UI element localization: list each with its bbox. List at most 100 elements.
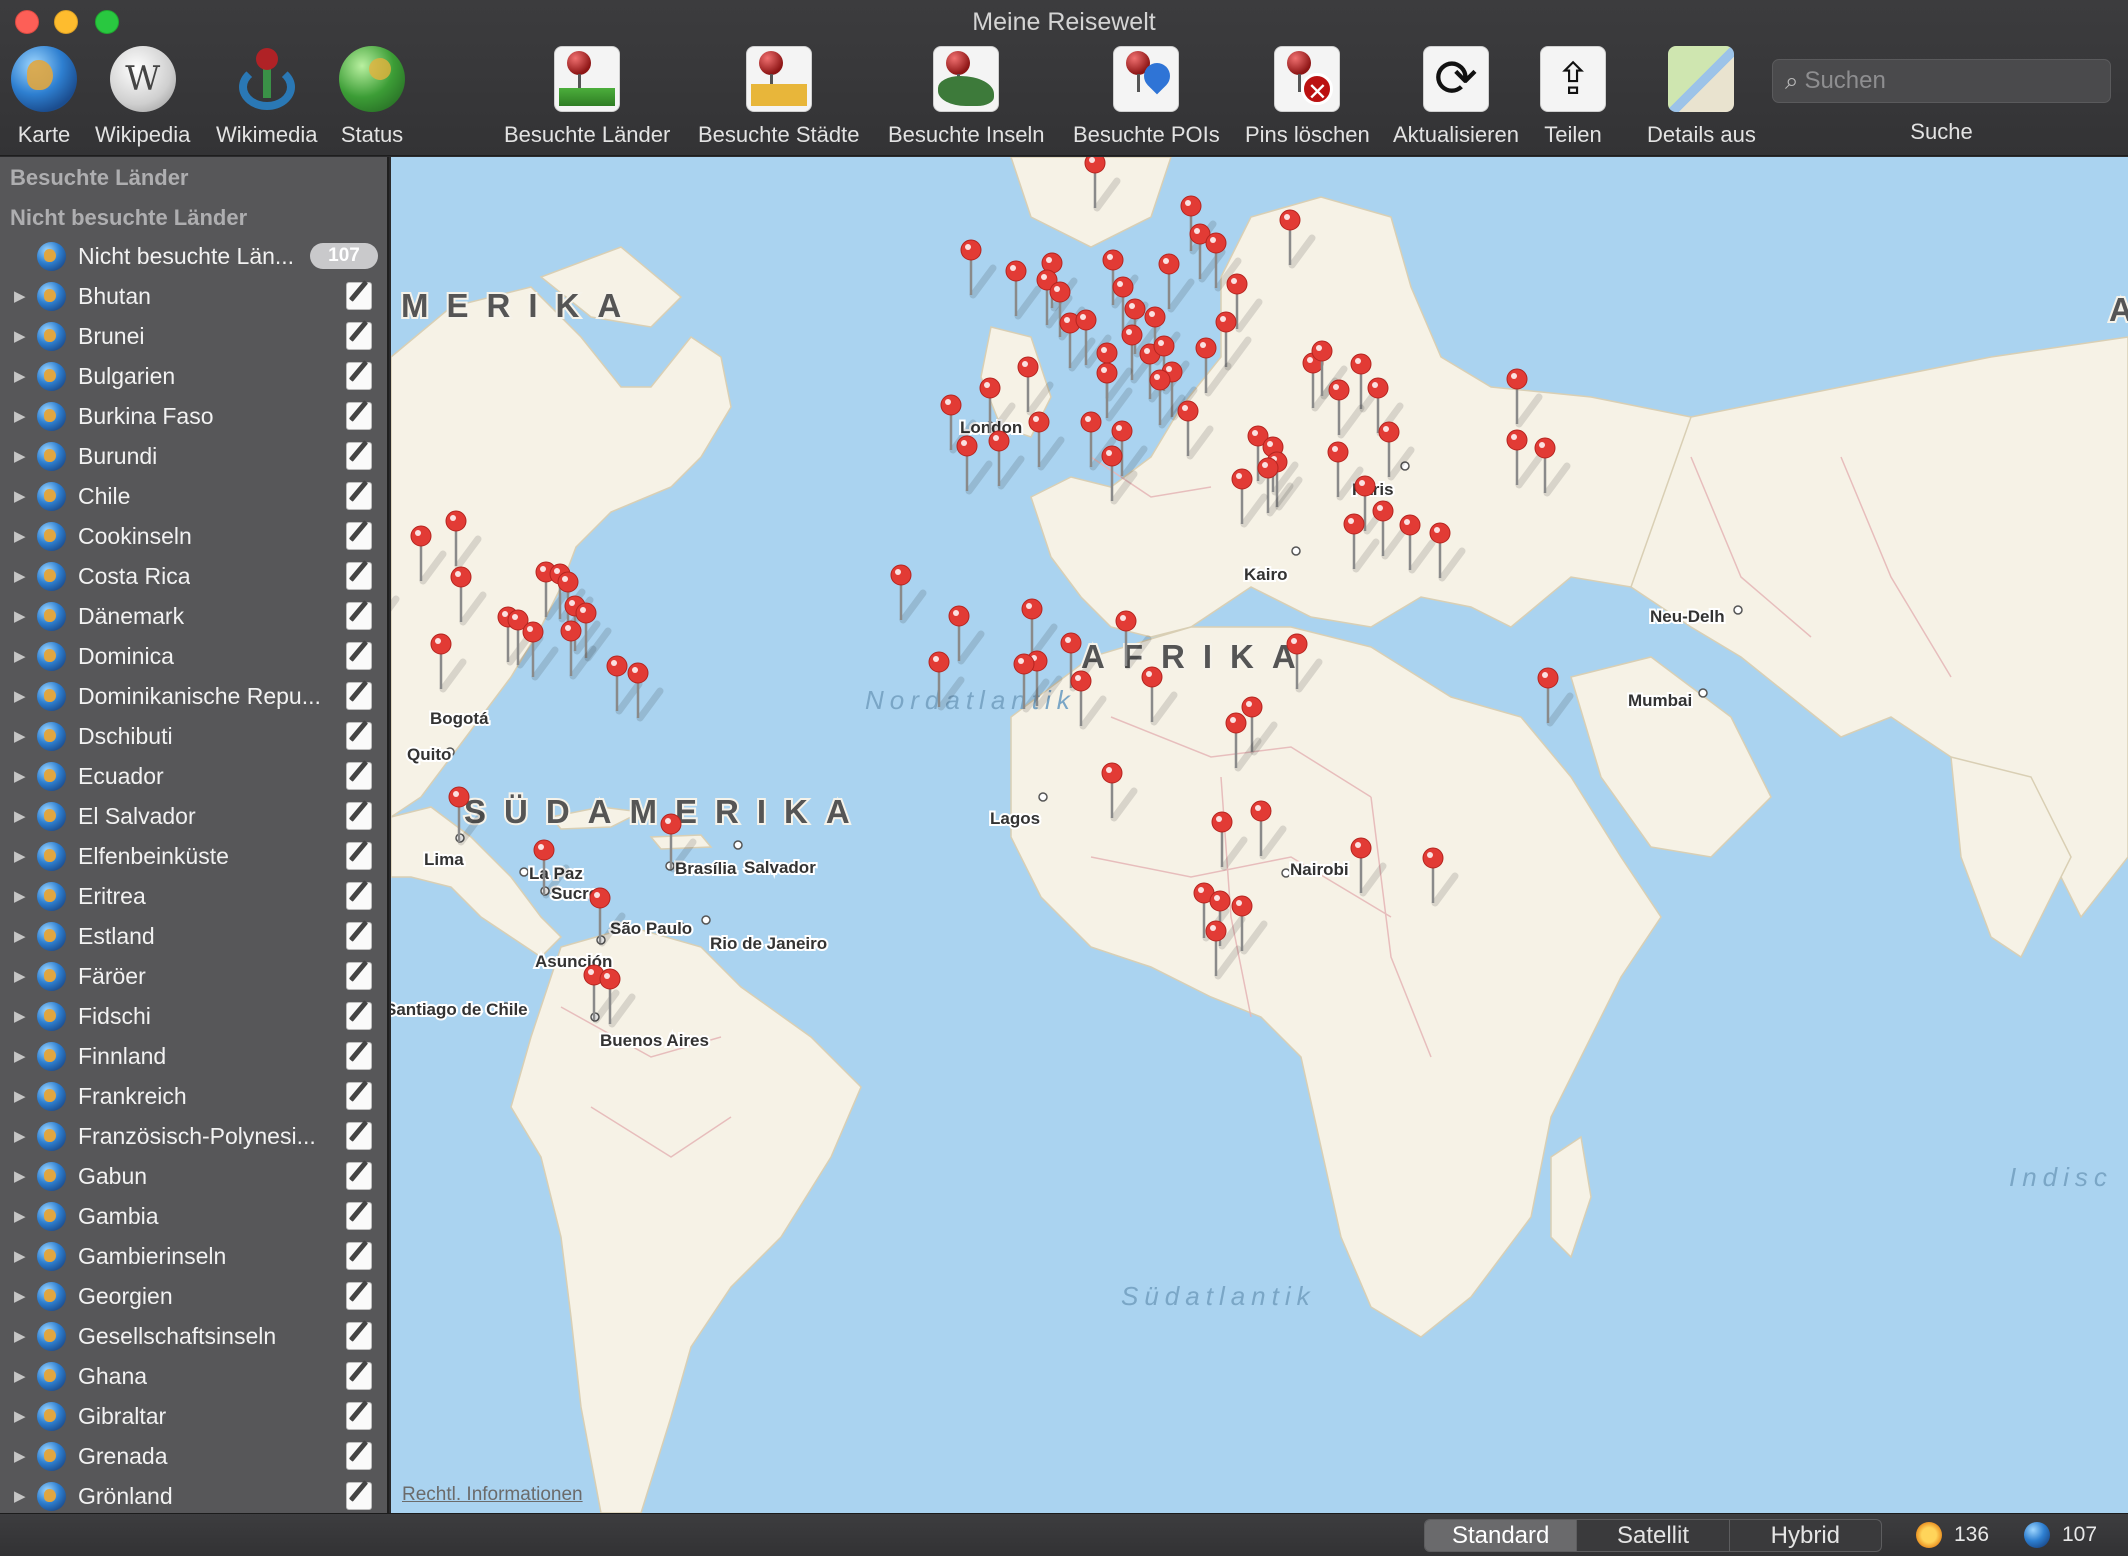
section-visited-countries[interactable]: Besuchte Länder: [10, 165, 189, 191]
sidebar-item-country[interactable]: ▶ Gabun: [0, 1156, 387, 1196]
map-mode-segmented-control[interactable]: Standard Satellit Hybrid: [1424, 1519, 1882, 1552]
edit-icon[interactable]: [346, 802, 372, 830]
visit-pin[interactable]: [1028, 411, 1065, 471]
disclosure-triangle-icon[interactable]: ▶: [14, 567, 26, 585]
disclosure-triangle-icon[interactable]: ▶: [14, 647, 26, 665]
edit-icon[interactable]: [346, 402, 372, 430]
sidebar-item-country[interactable]: ▶ Gesellschaftsinseln: [0, 1316, 387, 1356]
visit-pin[interactable]: [1537, 667, 1574, 727]
sidebar-item-country[interactable]: ▶ Chile: [0, 476, 387, 516]
sidebar-item-country[interactable]: ▶ Färöer: [0, 956, 387, 996]
disclosure-triangle-icon[interactable]: ▶: [14, 687, 26, 705]
sidebar-item-country[interactable]: ▶ Georgien: [0, 1276, 387, 1316]
disclosure-triangle-icon[interactable]: ▶: [14, 887, 26, 905]
mode-satellite-button[interactable]: Satellit: [1577, 1520, 1730, 1551]
edit-icon[interactable]: [346, 562, 372, 590]
mode-standard-button[interactable]: Standard: [1425, 1520, 1578, 1551]
status-button[interactable]: Status: [339, 46, 405, 148]
sidebar-item-country[interactable]: ▶ Costa Rica: [0, 556, 387, 596]
disclosure-triangle-icon[interactable]: ▶: [14, 727, 26, 745]
sidebar-item-country[interactable]: ▶ Dschibuti: [0, 716, 387, 756]
edit-icon[interactable]: [346, 642, 372, 670]
visit-pin[interactable]: [890, 564, 927, 624]
edit-icon[interactable]: [346, 1122, 372, 1150]
disclosure-triangle-icon[interactable]: ▶: [14, 1047, 26, 1065]
edit-icon[interactable]: [346, 1482, 372, 1510]
sidebar-item-country[interactable]: ▶ Bulgarien: [0, 356, 387, 396]
disclosure-triangle-icon[interactable]: ▶: [14, 1287, 26, 1305]
sidebar-item-country[interactable]: ▶ Dominica: [0, 636, 387, 676]
search-field[interactable]: ⌕: [1772, 59, 2111, 103]
disclosure-triangle-icon[interactable]: ▶: [14, 527, 26, 545]
disclosure-triangle-icon[interactable]: ▶: [14, 1327, 26, 1345]
besuchte-laender-button[interactable]: Besuchte Länder: [504, 46, 670, 148]
visit-pin[interactable]: [1021, 598, 1058, 658]
disclosure-triangle-icon[interactable]: ▶: [14, 1367, 26, 1385]
sidebar-item-country[interactable]: ▶ Grenada: [0, 1436, 387, 1476]
karte-button[interactable]: Karte: [11, 46, 77, 148]
edit-icon[interactable]: [346, 1442, 372, 1470]
sidebar-item-country[interactable]: ▶ Gibraltar: [0, 1396, 387, 1436]
sidebar-item-country[interactable]: ▶ Dominikanische Repu...: [0, 676, 387, 716]
aktualisieren-button[interactable]: ⟳ Aktualisieren: [1393, 46, 1519, 148]
edit-icon[interactable]: [346, 1002, 372, 1030]
sidebar-item-country[interactable]: ▶ El Salvador: [0, 796, 387, 836]
sidebar-item-country[interactable]: ▶ Französisch-Polynesi...: [0, 1116, 387, 1156]
visit-pin[interactable]: [988, 430, 1025, 490]
edit-icon[interactable]: [346, 1362, 372, 1390]
edit-icon[interactable]: [346, 1322, 372, 1350]
edit-icon[interactable]: [346, 682, 372, 710]
sidebar-item-country[interactable]: ▶ Burkina Faso: [0, 396, 387, 436]
disclosure-triangle-icon[interactable]: ▶: [14, 927, 26, 945]
unvisited-group-row[interactable]: Nicht besuchte Län... 107: [0, 236, 387, 276]
disclosure-triangle-icon[interactable]: ▶: [14, 1247, 26, 1265]
search-input[interactable]: [1804, 67, 2085, 95]
disclosure-triangle-icon[interactable]: ▶: [14, 607, 26, 625]
edit-icon[interactable]: [346, 442, 372, 470]
edit-icon[interactable]: [346, 1042, 372, 1070]
visit-pin[interactable]: [948, 605, 985, 665]
disclosure-triangle-icon[interactable]: ▶: [14, 367, 26, 385]
edit-icon[interactable]: [346, 1242, 372, 1270]
disclosure-triangle-icon[interactable]: ▶: [14, 1127, 26, 1145]
edit-icon[interactable]: [346, 882, 372, 910]
disclosure-triangle-icon[interactable]: ▶: [14, 407, 26, 425]
sidebar-item-country[interactable]: ▶ Elfenbeinküste: [0, 836, 387, 876]
sidebar-item-country[interactable]: ▶ Burundi: [0, 436, 387, 476]
world-map[interactable]: MERIKA SÜDAMERIKA AFRIKA A Nordatlantik …: [391, 157, 2128, 1513]
disclosure-triangle-icon[interactable]: ▶: [14, 847, 26, 865]
visit-pin[interactable]: [1158, 253, 1195, 313]
edit-icon[interactable]: [346, 922, 372, 950]
edit-icon[interactable]: [346, 522, 372, 550]
sidebar-item-country[interactable]: ▶ Bhutan: [0, 276, 387, 316]
disclosure-triangle-icon[interactable]: ▶: [14, 287, 26, 305]
disclosure-triangle-icon[interactable]: ▶: [14, 447, 26, 465]
sidebar-item-country[interactable]: ▶ Dänemark: [0, 596, 387, 636]
disclosure-triangle-icon[interactable]: ▶: [14, 807, 26, 825]
details-aus-button[interactable]: Details aus: [1647, 46, 1756, 148]
sidebar-item-country[interactable]: ▶ Frankreich: [0, 1076, 387, 1116]
edit-icon[interactable]: [346, 362, 372, 390]
disclosure-triangle-icon[interactable]: ▶: [14, 487, 26, 505]
sidebar-item-country[interactable]: ▶ Estland: [0, 916, 387, 956]
section-unvisited-countries[interactable]: Nicht besuchte Länder: [10, 205, 247, 231]
teilen-button[interactable]: ⇪ Teilen: [1540, 46, 1606, 148]
sidebar-item-country[interactable]: ▶ Eritrea: [0, 876, 387, 916]
disclosure-triangle-icon[interactable]: ▶: [14, 1007, 26, 1025]
visit-pin[interactable]: [1005, 260, 1042, 320]
disclosure-triangle-icon[interactable]: ▶: [14, 967, 26, 985]
edit-icon[interactable]: [346, 602, 372, 630]
sidebar-item-country[interactable]: ▶ Fidschi: [0, 996, 387, 1036]
sidebar-item-country[interactable]: ▶ Gambierinseln: [0, 1236, 387, 1276]
edit-icon[interactable]: [346, 282, 372, 310]
edit-icon[interactable]: [346, 482, 372, 510]
edit-icon[interactable]: [346, 722, 372, 750]
pins-loeschen-button[interactable]: ✕ Pins löschen: [1245, 46, 1370, 148]
sidebar-item-country[interactable]: ▶ Finnland: [0, 1036, 387, 1076]
edit-icon[interactable]: [346, 1282, 372, 1310]
edit-icon[interactable]: [346, 1082, 372, 1110]
mode-hybrid-button[interactable]: Hybrid: [1730, 1520, 1881, 1551]
disclosure-triangle-icon[interactable]: ▶: [14, 1407, 26, 1425]
disclosure-triangle-icon[interactable]: ▶: [14, 1207, 26, 1225]
edit-icon[interactable]: [346, 1202, 372, 1230]
